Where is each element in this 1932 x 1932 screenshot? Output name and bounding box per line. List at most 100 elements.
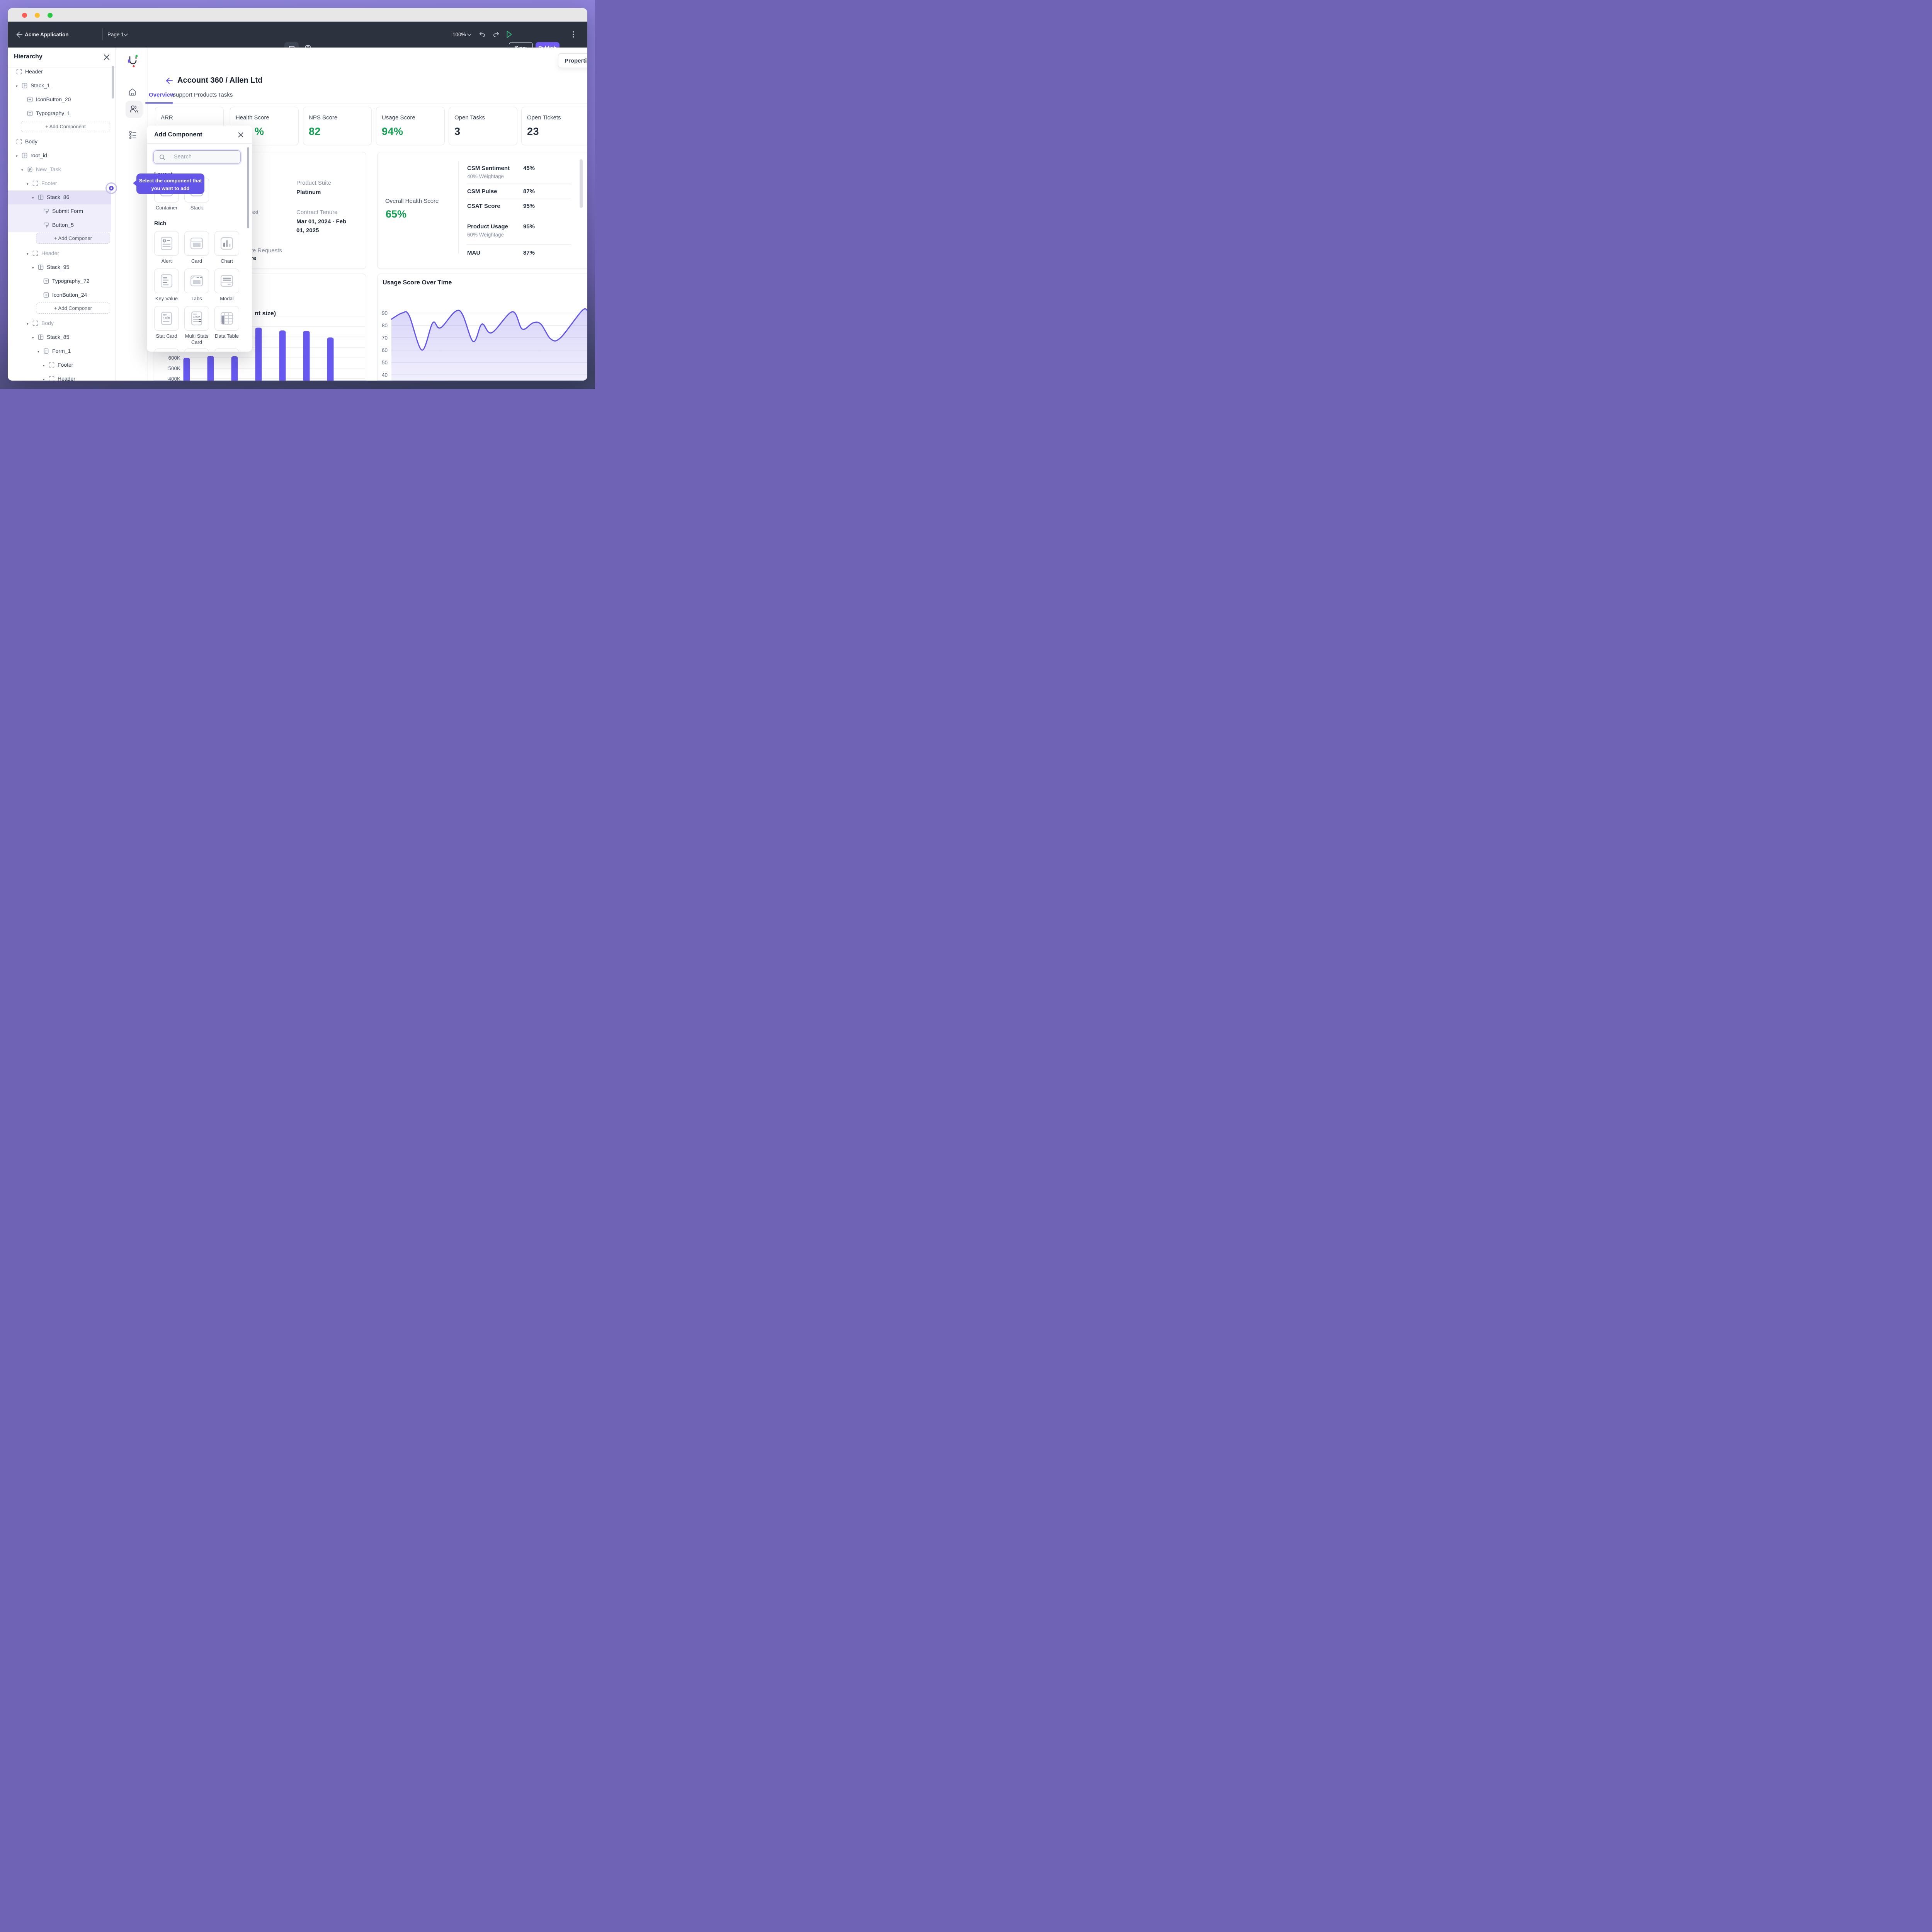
tree-item-label: Footer (58, 362, 73, 368)
tree-item-typography-1[interactable]: Typography_1 (8, 107, 111, 121)
add-component-slot[interactable]: + Add Componer (36, 303, 110, 314)
zoom-chevron-icon[interactable] (467, 33, 471, 36)
search-placeholder: Search (174, 154, 192, 160)
tree-item-header[interactable]: Header (8, 65, 111, 79)
component-tile-card[interactable] (184, 231, 209, 256)
add-component-slot[interactable]: + Add Component (21, 121, 110, 132)
form-icon (27, 167, 33, 172)
tree-item-iconbutton-24[interactable]: IconButton_24 (8, 288, 111, 302)
tree-expand-arrow[interactable]: ▾ (32, 336, 34, 340)
tree-item-footer[interactable]: ▾ Footer (8, 177, 111, 190)
component-tile-alert[interactable] (154, 231, 179, 256)
hierarchy-close-icon[interactable] (103, 54, 110, 61)
component-tile-partial[interactable] (184, 349, 209, 352)
tree-item-iconbutton-20[interactable]: IconButton_20 (8, 93, 111, 107)
tree-expand-arrow[interactable]: ▾ (37, 350, 39, 354)
bar-series-bar (255, 328, 262, 381)
tree-expand-arrow[interactable]: ▾ (32, 266, 34, 270)
tree-item-label: Stack_85 (47, 334, 69, 340)
minimize-window-button[interactable] (35, 13, 40, 18)
back-arrow-icon[interactable] (15, 31, 22, 38)
metric-divider (466, 244, 571, 245)
tree-expand-arrow[interactable]: ▾ (32, 196, 34, 200)
users-nav-active-tile[interactable] (126, 101, 143, 118)
tree-item-stack-95[interactable]: ▾Stack_95 (8, 260, 111, 274)
metric-value: 87% (523, 188, 535, 195)
add-component-slot[interactable]: + Add Componer (36, 233, 110, 244)
modal-scrollbar[interactable] (247, 147, 249, 228)
users-icon (129, 105, 138, 113)
properties-panel-tab[interactable]: Properti (558, 53, 587, 68)
account-back-arrow-icon[interactable] (165, 77, 173, 85)
tree-item-body[interactable]: ▾Body (8, 316, 111, 330)
line-axis-tick: 70 (382, 335, 388, 341)
metric-value: 95% (523, 203, 535, 209)
tree-expand-arrow[interactable]: ▾ (27, 182, 29, 186)
kpi-label: Health Score (236, 114, 269, 121)
tab-overview[interactable]: Overview (149, 92, 175, 98)
hierarchy-scrollbar[interactable] (112, 66, 114, 99)
tooltip-anchor-ring (105, 182, 117, 194)
tab-support[interactable]: Support (172, 92, 192, 98)
component-tile-multi-stats-card[interactable]: 1,000 (184, 306, 209, 331)
component-search-input[interactable]: Search (153, 150, 241, 164)
home-icon[interactable] (128, 88, 136, 96)
run-play-icon[interactable] (506, 31, 512, 38)
component-tile-label: Chart (212, 258, 242, 264)
tree-item-header[interactable]: ▾Header (8, 372, 111, 381)
frame-icon (16, 69, 22, 75)
tree-item-typography-72[interactable]: Typography_72 (8, 274, 111, 288)
zoom-level[interactable]: 100% (452, 32, 466, 37)
tree-expand-arrow[interactable]: ▾ (27, 322, 29, 326)
line-axis-tick: 90 (382, 310, 388, 316)
metric-label: CSM Sentiment (467, 165, 510, 172)
bar-series-bar (184, 358, 190, 381)
tree-item-button-5[interactable]: Button_5 (8, 218, 111, 232)
tree-item-label: Submit Form (52, 208, 83, 214)
tab-products[interactable]: Products (194, 92, 217, 98)
component-tile-tabs[interactable] (184, 269, 209, 293)
redo-icon[interactable] (493, 31, 500, 38)
tree-item-stack-85[interactable]: ▾ Stack_85 (8, 330, 111, 344)
tree-expand-arrow[interactable]: ▾ (43, 378, 45, 381)
tree-item-root-id[interactable]: ▾root_id (8, 149, 111, 163)
tab-tasks[interactable]: Tasks (218, 92, 233, 98)
tree-expand-arrow[interactable]: ▾ (16, 154, 18, 158)
tree-item-label: IconButton_24 (52, 292, 87, 298)
tree-expand-arrow[interactable]: ▾ (21, 168, 23, 172)
component-tile-stat-card[interactable]: 1,000 (154, 306, 179, 331)
component-tile-chart[interactable] (214, 231, 239, 256)
frame-icon (16, 139, 22, 145)
tree-expand-arrow[interactable]: ▾ (16, 84, 18, 88)
tree-item-label: IconButton_20 (36, 96, 71, 102)
kebab-menu-icon[interactable] (573, 31, 574, 38)
tree-expand-arrow[interactable]: ▾ (27, 252, 29, 256)
component-tile-partial[interactable] (214, 349, 239, 352)
health-panel-scrollbar[interactable] (580, 159, 583, 208)
tree-item-new-task[interactable]: ▾New_Task (8, 163, 111, 177)
tree-item-stack-86[interactable]: ▾Stack_86 (8, 190, 111, 204)
component-tile-key-value[interactable] (154, 269, 179, 293)
bar-series-bar (279, 330, 286, 381)
timeline-list-icon[interactable] (129, 131, 136, 139)
tree-item-submit-form[interactable]: Submit Form (8, 204, 111, 218)
frame-icon (32, 320, 38, 326)
tree-expand-arrow[interactable]: ▾ (43, 364, 45, 368)
tree-item-stack-1[interactable]: ▾Stack_1 (8, 79, 111, 93)
tree-item-form-1[interactable]: ▾Form_1 (8, 344, 111, 358)
component-tile-partial[interactable] (154, 349, 179, 352)
component-tile-modal[interactable] (214, 269, 239, 293)
undo-icon[interactable] (479, 31, 486, 38)
kpi-value: 94% (382, 126, 403, 138)
tree-item-footer[interactable]: ▾ Footer (8, 358, 111, 372)
chevron-down-icon[interactable] (124, 33, 128, 36)
tree-item-header[interactable]: ▾Header (8, 247, 111, 260)
maximize-window-button[interactable] (48, 13, 53, 18)
tree-item-body[interactable]: Body (8, 135, 111, 149)
page-selector[interactable]: Page 1 (107, 32, 124, 37)
close-window-button[interactable] (22, 13, 27, 18)
bar-series-bar (327, 337, 334, 381)
tree-item-label: Footer (41, 180, 57, 186)
component-tile-data-table[interactable] (214, 306, 239, 331)
modal-close-icon[interactable] (238, 132, 244, 138)
